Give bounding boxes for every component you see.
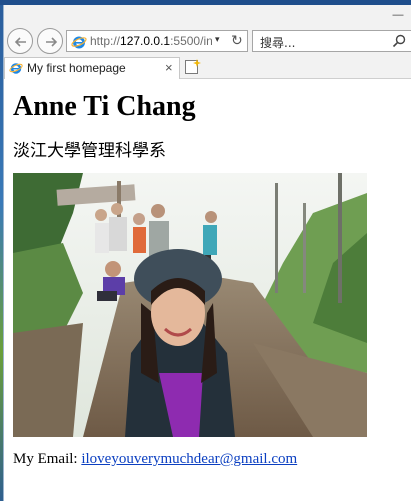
new-tab-icon[interactable]: [183, 58, 201, 76]
ie-logo-icon: [9, 63, 23, 74]
browser-window: — http://127.0.0.1:5500/inc ▾ ↻ 搜尋..: [3, 5, 411, 501]
page-heading: Anne Ti Chang: [13, 91, 196, 122]
email-link[interactable]: iloveyouverymuchdear@gmail.com: [81, 451, 297, 467]
back-button[interactable]: [7, 28, 33, 54]
profile-photo: [13, 173, 367, 437]
minimize-button[interactable]: —: [391, 9, 405, 21]
refresh-icon[interactable]: ↻: [231, 32, 243, 49]
search-placeholder: 搜尋...: [260, 36, 296, 50]
back-arrow-icon: [14, 37, 26, 47]
tab-label: My first homepage: [27, 61, 126, 75]
address-bar[interactable]: http://127.0.0.1:5500/inc ▾ ↻: [66, 30, 248, 52]
search-box[interactable]: 搜尋...: [252, 30, 411, 52]
page-subheading: 淡江大學管理科學系: [13, 141, 166, 161]
ie-logo-icon: [71, 36, 87, 49]
email-label: My Email:: [13, 451, 82, 467]
tab-bar: My first homepage ×: [4, 55, 411, 79]
search-icon[interactable]: [392, 34, 406, 48]
forward-button[interactable]: [37, 28, 63, 54]
email-line: My Email: iloveyouverymuchdear@gmail.com: [13, 451, 297, 468]
address-dropdown-icon[interactable]: ▾: [215, 34, 220, 45]
forward-arrow-icon: [46, 37, 58, 47]
tab-close-button[interactable]: ×: [165, 60, 173, 75]
url-text: http://127.0.0.1:5500/inc: [90, 34, 212, 48]
navigation-bar: http://127.0.0.1:5500/inc ▾ ↻ 搜尋...: [4, 25, 411, 55]
tab-my-first-homepage[interactable]: My first homepage ×: [4, 57, 180, 79]
